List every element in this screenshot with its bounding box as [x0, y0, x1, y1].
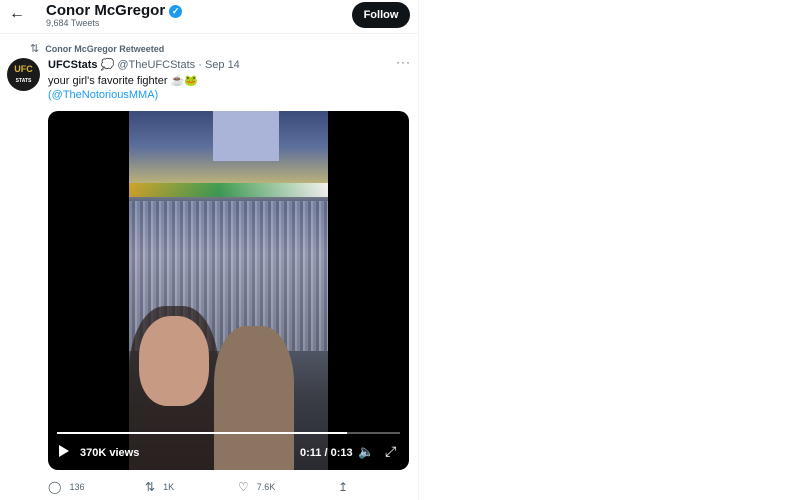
- tweet-actions: ◯ 136 ⇅ 1K ♡ 7.6K ↥: [48, 480, 408, 496]
- arrow-left-icon[interactable]: ←: [9, 6, 25, 22]
- tweet-body: your girl's favorite fighter ☕🐸: [48, 75, 198, 87]
- avatar[interactable]: UFC STATS: [7, 58, 40, 91]
- tweets-count: 9,684 Tweets: [46, 18, 100, 28]
- retweet-context-label[interactable]: Conor McGregor Retweeted: [45, 44, 164, 54]
- heart-icon: ♡: [238, 480, 249, 494]
- retweet-context: ⇅ Conor McGregor Retweeted: [30, 42, 164, 55]
- more-horizontal-icon[interactable]: ···: [396, 55, 411, 69]
- timeline-column: ← Conor McGregor ✓ 9,684 Tweets Follow ⇅ C…: [0, 0, 419, 500]
- share-action[interactable]: ↥: [338, 480, 356, 494]
- profile-name-text: Conor McGregor: [46, 2, 166, 19]
- play-icon[interactable]: [59, 445, 69, 457]
- person-face: [139, 316, 209, 406]
- fullscreen-icon[interactable]: ⤢: [385, 443, 396, 460]
- video-time: 0:11 / 0:13: [300, 447, 353, 459]
- verified-badge-icon: ✓: [169, 5, 183, 18]
- reply-icon: ◯: [48, 480, 62, 494]
- author-display-name[interactable]: UFCStats: [48, 59, 98, 71]
- video-frame: [129, 111, 328, 470]
- meta-separator: ·: [198, 59, 202, 71]
- video-progress-bar[interactable]: [57, 432, 400, 434]
- retweet-icon: ⇅: [145, 480, 156, 494]
- author-handle[interactable]: @TheUFCStats: [117, 59, 195, 71]
- emoji-icon: 💭: [100, 59, 115, 71]
- reply-count: 136: [69, 482, 85, 492]
- retweet-action[interactable]: ⇅ 1K: [145, 480, 174, 494]
- tweet-date[interactable]: Sep 14: [205, 59, 240, 71]
- follow-button[interactable]: Follow: [352, 2, 410, 28]
- profile-header: ← Conor McGregor ✓ 9,684 Tweets Follow: [0, 0, 418, 34]
- video-progress-fill: [57, 432, 348, 434]
- video-player[interactable]: 370K views 0:11 / 0:13 🔈 ⤢: [48, 111, 409, 470]
- avatar-logo-subtext: STATS: [15, 78, 32, 84]
- like-action[interactable]: ♡ 7.6K: [238, 480, 275, 494]
- tweet-mention-link[interactable]: (@TheNotoriousMMA): [48, 88, 198, 102]
- video-views: 370K views: [80, 447, 140, 459]
- reply-action[interactable]: ◯ 136: [48, 480, 84, 494]
- like-count: 7.6K: [256, 482, 276, 492]
- video-controls: 370K views 0:11 / 0:13 🔈 ⤢: [48, 432, 409, 470]
- arena-banner: [129, 183, 328, 197]
- tweet-author-line: UFCStats 💭 @TheUFCStats · Sep 14: [48, 58, 240, 71]
- retweet-count: 1K: [163, 482, 175, 492]
- tweet-text: your girl's favorite fighter ☕🐸 (@TheNot…: [48, 74, 198, 102]
- avatar-logo-text: UFC: [14, 64, 33, 74]
- volume-icon[interactable]: 🔈: [358, 444, 374, 460]
- profile-name: Conor McGregor ✓: [46, 2, 183, 19]
- retweet-icon: ⇅: [30, 43, 40, 55]
- share-icon: ↥: [338, 480, 349, 494]
- arena-screen: [213, 111, 279, 161]
